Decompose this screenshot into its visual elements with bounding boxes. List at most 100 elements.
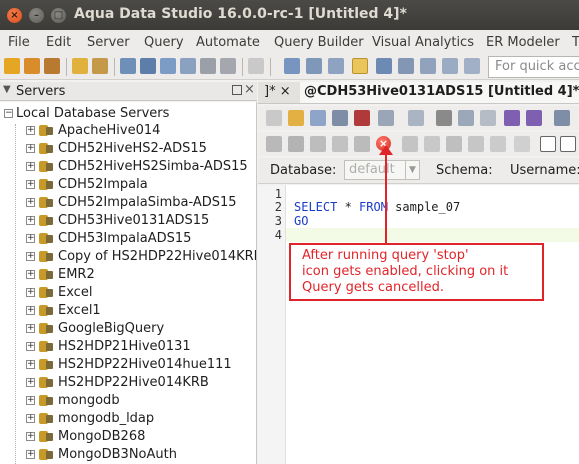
tree-item[interactable]: + CDH52HiveHS2Simba-ADS15 — [26, 159, 248, 177]
window-minimize-button[interactable]: – — [29, 8, 44, 23]
copy-icon[interactable] — [408, 110, 424, 126]
expand-toggle-icon[interactable]: + — [26, 252, 35, 261]
window-close-button[interactable]: × — [7, 8, 22, 23]
table-layout-icon[interactable] — [376, 58, 392, 74]
tab-active-query[interactable]: @CDH53Hive0131ADS15 [Untitled 4]* — [300, 82, 579, 103]
comment-icon[interactable] — [446, 136, 462, 152]
register-server-icon[interactable] — [24, 58, 40, 74]
tree-item[interactable]: + HS2HDP21Hive0131 — [26, 339, 191, 357]
expand-toggle-icon[interactable]: + — [26, 432, 35, 441]
panels-icon[interactable] — [464, 58, 480, 74]
execute-icon[interactable] — [288, 136, 304, 152]
table-data-icon[interactable] — [160, 58, 176, 74]
tree-item[interactable]: + CDH52Impala — [26, 177, 148, 195]
tree-item[interactable]: + HS2HDP22Hive014KRB — [26, 375, 209, 393]
menu-query-builder[interactable]: Query Builder — [274, 35, 364, 50]
format-icon[interactable] — [424, 136, 440, 152]
expand-toggle-icon[interactable]: + — [26, 450, 35, 459]
expand-toggle-icon[interactable]: + — [26, 396, 35, 405]
wizard-icon[interactable] — [72, 58, 88, 74]
execute-step-icon[interactable] — [354, 136, 370, 152]
expand-toggle-icon[interactable]: + — [26, 144, 35, 153]
collapse-arrow-icon[interactable]: ▼ — [3, 84, 11, 95]
tree-item[interactable]: + ApacheHive014 — [26, 123, 160, 141]
results-grid-icon[interactable] — [540, 136, 556, 152]
menu-server[interactable]: Server — [87, 35, 130, 50]
save-all-icon[interactable] — [332, 110, 348, 126]
grid-icon[interactable] — [284, 58, 300, 74]
tree-item[interactable]: + EMR2 — [26, 267, 95, 285]
chevron-down-icon[interactable]: ▼ — [405, 161, 419, 179]
execute-current-icon[interactable] — [310, 136, 326, 152]
connect-icon[interactable] — [44, 58, 60, 74]
execute-all-icon[interactable] — [266, 136, 282, 152]
layout-icon[interactable] — [306, 58, 322, 74]
options-icon[interactable] — [514, 136, 530, 152]
tree-item[interactable]: + MongoDB3NoAuth — [26, 447, 177, 464]
expand-toggle-icon[interactable]: + — [26, 216, 35, 225]
expand-toggle-icon[interactable]: + — [26, 270, 35, 279]
tree-item[interactable]: + CDH53Hive0131ADS15 — [26, 213, 209, 231]
expand-toggle-icon[interactable]: + — [26, 162, 35, 171]
tree-item[interactable]: + mongodb_ldap — [26, 411, 154, 429]
menu-overflow[interactable]: T — [572, 35, 579, 50]
find-icon[interactable] — [554, 110, 570, 126]
tree-item[interactable]: + mongodb — [26, 393, 120, 411]
redo-icon[interactable] — [526, 110, 542, 126]
clipboard-icon[interactable] — [480, 110, 496, 126]
explain-icon[interactable] — [402, 136, 418, 152]
menu-visual-analytics[interactable]: Visual Analytics — [372, 35, 474, 50]
execute-selection-icon[interactable] — [332, 136, 348, 152]
schema-icon[interactable] — [120, 58, 136, 74]
layout-active-icon[interactable] — [352, 58, 368, 74]
tree-item[interactable]: + HS2HDP22Hive014hue111 — [26, 357, 232, 375]
tab-previous[interactable]: ]* × — [260, 82, 295, 103]
expand-toggle-icon[interactable]: − — [4, 109, 13, 118]
open-file-icon[interactable] — [288, 110, 304, 126]
rows-icon[interactable] — [420, 58, 436, 74]
menu-file[interactable]: File — [8, 35, 30, 50]
tree-item[interactable]: + CDH53ImpalaADS15 — [26, 231, 191, 249]
window-maximize-button[interactable]: □ — [51, 8, 66, 23]
tree-item[interactable]: + CDH52HiveHS2-ADS15 — [26, 141, 207, 159]
menu-er-modeler[interactable]: ER Modeler — [486, 35, 560, 50]
expand-toggle-icon[interactable]: + — [26, 414, 35, 423]
tree-item[interactable]: + GoogleBigQuery — [26, 321, 164, 339]
export-icon[interactable] — [200, 58, 216, 74]
expand-toggle-icon[interactable]: + — [26, 360, 35, 369]
close-file-icon[interactable] — [354, 110, 370, 126]
expand-toggle-icon[interactable]: + — [26, 324, 35, 333]
new-server-icon[interactable] — [4, 58, 20, 74]
undo-icon[interactable] — [504, 110, 520, 126]
history-icon[interactable] — [490, 136, 506, 152]
tree-item[interactable]: + Excel1 — [26, 303, 101, 321]
paste-icon[interactable] — [458, 110, 474, 126]
import-icon[interactable] — [180, 58, 196, 74]
database-select[interactable]: default ▼ — [344, 160, 420, 180]
expand-toggle-icon[interactable]: + — [26, 180, 35, 189]
menu-automate[interactable]: Automate — [196, 35, 260, 50]
tree-item[interactable]: + CDH52ImpalaSimba-ADS15 — [26, 195, 237, 213]
print-icon[interactable] — [378, 110, 394, 126]
tools-icon[interactable] — [220, 58, 236, 74]
tree-item[interactable]: + MongoDB268 — [26, 429, 145, 447]
expand-toggle-icon[interactable]: + — [26, 378, 35, 387]
tree-item[interactable]: + Copy of HS2HDP22Hive014KRB — [26, 249, 256, 267]
new-file-icon[interactable] — [266, 110, 282, 126]
tree-root-local-servers[interactable]: − Local Database Servers — [4, 106, 169, 124]
expand-toggle-icon[interactable]: + — [26, 342, 35, 351]
tab-close-icon[interactable]: × — [280, 84, 291, 99]
close-icon[interactable]: × — [244, 82, 255, 97]
save-icon[interactable] — [310, 110, 326, 126]
window-layout-icon[interactable] — [442, 58, 458, 74]
results-text-icon[interactable] — [560, 136, 576, 152]
columns-icon[interactable] — [398, 58, 414, 74]
document-icon[interactable] — [248, 58, 264, 74]
menu-edit[interactable]: Edit — [46, 35, 71, 50]
expand-toggle-icon[interactable]: + — [26, 126, 35, 135]
folder-icon[interactable] — [92, 58, 108, 74]
expand-toggle-icon[interactable]: + — [26, 306, 35, 315]
compare-icon[interactable] — [140, 58, 156, 74]
split-icon[interactable] — [328, 58, 344, 74]
expand-toggle-icon[interactable]: + — [26, 288, 35, 297]
